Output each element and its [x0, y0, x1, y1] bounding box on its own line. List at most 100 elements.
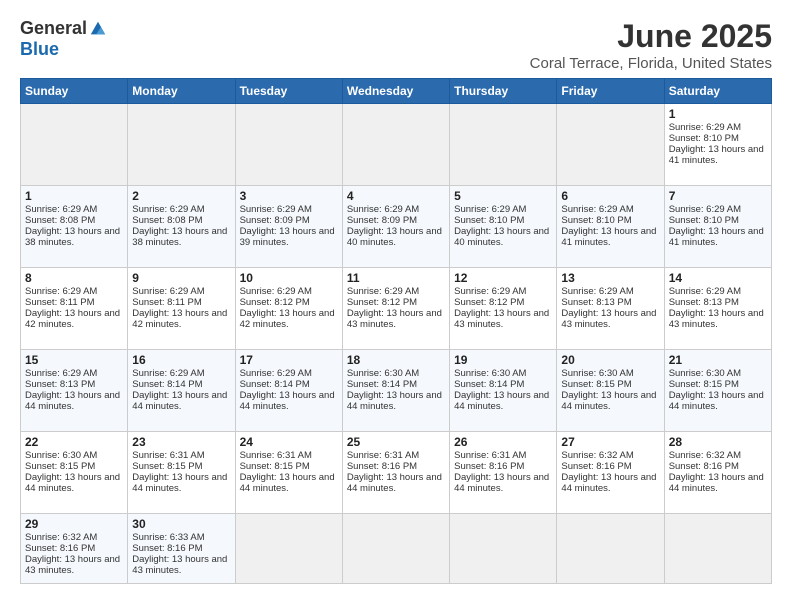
- daylight-text: Daylight: 13 hours and 44 minutes.: [347, 472, 445, 494]
- col-header-sunday: Sunday: [21, 79, 128, 104]
- calendar-cell: [235, 104, 342, 186]
- sunrise-text: Sunrise: 6:33 AM: [132, 532, 230, 543]
- col-header-wednesday: Wednesday: [342, 79, 449, 104]
- sunrise-text: Sunrise: 6:29 AM: [132, 286, 230, 297]
- daylight-text: Daylight: 13 hours and 42 minutes.: [132, 308, 230, 330]
- calendar-cell: 19Sunrise: 6:30 AMSunset: 8:14 PMDayligh…: [450, 350, 557, 432]
- calendar-cell: [342, 514, 449, 584]
- daylight-text: Daylight: 13 hours and 44 minutes.: [454, 472, 552, 494]
- col-header-tuesday: Tuesday: [235, 79, 342, 104]
- calendar-week-row: 1Sunrise: 6:29 AMSunset: 8:08 PMDaylight…: [21, 186, 772, 268]
- sunrise-text: Sunrise: 6:31 AM: [347, 450, 445, 461]
- daylight-text: Daylight: 13 hours and 38 minutes.: [25, 226, 123, 248]
- sunset-text: Sunset: 8:15 PM: [561, 379, 659, 390]
- calendar-cell: 13Sunrise: 6:29 AMSunset: 8:13 PMDayligh…: [557, 268, 664, 350]
- daylight-text: Daylight: 13 hours and 41 minutes.: [561, 226, 659, 248]
- calendar-cell: [450, 514, 557, 584]
- calendar-cell: 17Sunrise: 6:29 AMSunset: 8:14 PMDayligh…: [235, 350, 342, 432]
- sunrise-text: Sunrise: 6:29 AM: [669, 122, 767, 133]
- day-number: 12: [454, 271, 552, 285]
- sunrise-text: Sunrise: 6:29 AM: [669, 286, 767, 297]
- col-header-friday: Friday: [557, 79, 664, 104]
- calendar-cell: 18Sunrise: 6:30 AMSunset: 8:14 PMDayligh…: [342, 350, 449, 432]
- daylight-text: Daylight: 13 hours and 43 minutes.: [25, 554, 123, 576]
- calendar-week-row: 22Sunrise: 6:30 AMSunset: 8:15 PMDayligh…: [21, 432, 772, 514]
- sunrise-text: Sunrise: 6:31 AM: [240, 450, 338, 461]
- day-number: 24: [240, 435, 338, 449]
- calendar-cell: 30Sunrise: 6:33 AMSunset: 8:16 PMDayligh…: [128, 514, 235, 584]
- sunset-text: Sunset: 8:09 PM: [240, 215, 338, 226]
- sunrise-text: Sunrise: 6:29 AM: [132, 204, 230, 215]
- col-header-thursday: Thursday: [450, 79, 557, 104]
- sunset-text: Sunset: 8:13 PM: [561, 297, 659, 308]
- sunset-text: Sunset: 8:10 PM: [669, 133, 767, 144]
- calendar-cell: 5Sunrise: 6:29 AMSunset: 8:10 PMDaylight…: [450, 186, 557, 268]
- calendar-cell: 16Sunrise: 6:29 AMSunset: 8:14 PMDayligh…: [128, 350, 235, 432]
- daylight-text: Daylight: 13 hours and 43 minutes.: [669, 308, 767, 330]
- sunrise-text: Sunrise: 6:29 AM: [240, 368, 338, 379]
- daylight-text: Daylight: 13 hours and 42 minutes.: [25, 308, 123, 330]
- daylight-text: Daylight: 13 hours and 44 minutes.: [240, 472, 338, 494]
- sunset-text: Sunset: 8:13 PM: [25, 379, 123, 390]
- sunrise-text: Sunrise: 6:30 AM: [347, 368, 445, 379]
- calendar-cell: 2Sunrise: 6:29 AMSunset: 8:08 PMDaylight…: [128, 186, 235, 268]
- calendar-week-row: 29Sunrise: 6:32 AMSunset: 8:16 PMDayligh…: [21, 514, 772, 584]
- day-number: 11: [347, 271, 445, 285]
- sunset-text: Sunset: 8:15 PM: [132, 461, 230, 472]
- daylight-text: Daylight: 13 hours and 44 minutes.: [669, 472, 767, 494]
- sunset-text: Sunset: 8:14 PM: [347, 379, 445, 390]
- daylight-text: Daylight: 13 hours and 40 minutes.: [454, 226, 552, 248]
- daylight-text: Daylight: 13 hours and 44 minutes.: [347, 390, 445, 412]
- sunset-text: Sunset: 8:15 PM: [669, 379, 767, 390]
- calendar-cell: [450, 104, 557, 186]
- day-number: 4: [347, 189, 445, 203]
- sunset-text: Sunset: 8:16 PM: [25, 543, 123, 554]
- sunrise-text: Sunrise: 6:29 AM: [25, 286, 123, 297]
- calendar-cell: 8Sunrise: 6:29 AMSunset: 8:11 PMDaylight…: [21, 268, 128, 350]
- day-number: 17: [240, 353, 338, 367]
- sunset-text: Sunset: 8:10 PM: [561, 215, 659, 226]
- subtitle: Coral Terrace, Florida, United States: [530, 55, 772, 72]
- sunset-text: Sunset: 8:14 PM: [132, 379, 230, 390]
- sunrise-text: Sunrise: 6:29 AM: [347, 286, 445, 297]
- daylight-text: Daylight: 13 hours and 39 minutes.: [240, 226, 338, 248]
- day-number: 21: [669, 353, 767, 367]
- title-block: June 2025 Coral Terrace, Florida, United…: [530, 18, 772, 72]
- header: General Blue June 2025 Coral Terrace, Fl…: [20, 18, 772, 72]
- sunrise-text: Sunrise: 6:32 AM: [561, 450, 659, 461]
- day-number: 1: [25, 189, 123, 203]
- sunrise-text: Sunrise: 6:29 AM: [454, 204, 552, 215]
- sunset-text: Sunset: 8:11 PM: [132, 297, 230, 308]
- day-number: 20: [561, 353, 659, 367]
- col-header-saturday: Saturday: [664, 79, 771, 104]
- calendar-cell: 1Sunrise: 6:29 AMSunset: 8:08 PMDaylight…: [21, 186, 128, 268]
- day-number: 23: [132, 435, 230, 449]
- daylight-text: Daylight: 13 hours and 40 minutes.: [347, 226, 445, 248]
- calendar-week-row: 8Sunrise: 6:29 AMSunset: 8:11 PMDaylight…: [21, 268, 772, 350]
- day-number: 5: [454, 189, 552, 203]
- sunrise-text: Sunrise: 6:30 AM: [561, 368, 659, 379]
- sunset-text: Sunset: 8:08 PM: [132, 215, 230, 226]
- day-number: 10: [240, 271, 338, 285]
- calendar-cell: 26Sunrise: 6:31 AMSunset: 8:16 PMDayligh…: [450, 432, 557, 514]
- sunrise-text: Sunrise: 6:29 AM: [25, 368, 123, 379]
- calendar-cell: [557, 514, 664, 584]
- logo-icon: [89, 20, 107, 38]
- daylight-text: Daylight: 13 hours and 43 minutes.: [561, 308, 659, 330]
- sunrise-text: Sunrise: 6:29 AM: [669, 204, 767, 215]
- calendar-cell: 1Sunrise: 6:29 AMSunset: 8:10 PMDaylight…: [664, 104, 771, 186]
- day-number: 25: [347, 435, 445, 449]
- sunrise-text: Sunrise: 6:31 AM: [454, 450, 552, 461]
- calendar-cell: [342, 104, 449, 186]
- sunset-text: Sunset: 8:16 PM: [132, 543, 230, 554]
- sunset-text: Sunset: 8:13 PM: [669, 297, 767, 308]
- calendar-cell: [557, 104, 664, 186]
- calendar-cell: 6Sunrise: 6:29 AMSunset: 8:10 PMDaylight…: [557, 186, 664, 268]
- sunset-text: Sunset: 8:12 PM: [240, 297, 338, 308]
- day-number: 18: [347, 353, 445, 367]
- day-number: 30: [132, 517, 230, 531]
- sunrise-text: Sunrise: 6:32 AM: [25, 532, 123, 543]
- daylight-text: Daylight: 13 hours and 43 minutes.: [132, 554, 230, 576]
- sunset-text: Sunset: 8:12 PM: [347, 297, 445, 308]
- daylight-text: Daylight: 13 hours and 41 minutes.: [669, 226, 767, 248]
